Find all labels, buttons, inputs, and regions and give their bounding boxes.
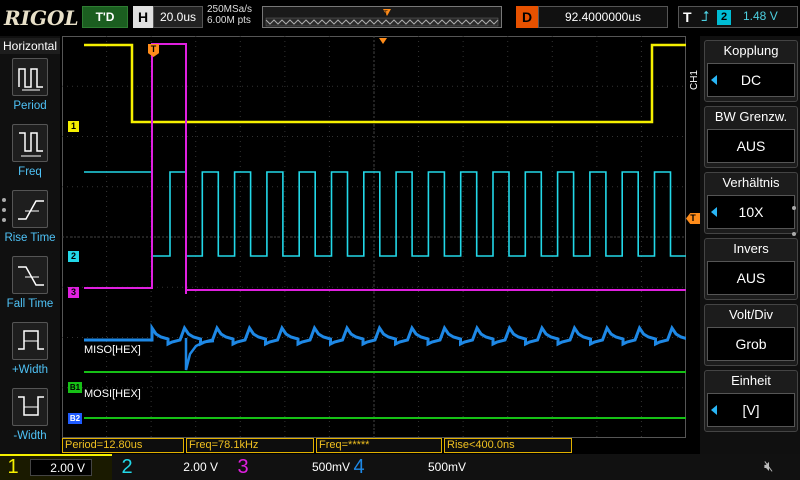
channel-menu: Kopplung DC BW Grenzw. AUS Verhältnis 10… <box>700 36 800 454</box>
neg-width-label: -Width <box>13 430 47 442</box>
ch2-number: 2 <box>121 456 133 478</box>
horizontal-label: H <box>133 6 153 28</box>
ch3-number: 3 <box>237 456 249 478</box>
probe-ratio-value: 10X <box>707 195 795 229</box>
period-label: Period <box>13 100 47 112</box>
ch2-scale: 2.00 V <box>183 460 218 474</box>
acquisition-info: 250MSa/s 6.00M pts <box>207 4 252 26</box>
measure-period-button[interactable]: Period <box>0 58 60 122</box>
neg-width-icon <box>12 388 48 426</box>
invert-title: Invers <box>733 241 769 256</box>
memory-overview-strip[interactable]: T <box>262 6 502 28</box>
ch1-scale: 2.00 V <box>30 459 92 476</box>
waveform-canvas <box>62 36 686 438</box>
rise-time-label: Rise Time <box>4 232 56 244</box>
trigger-position-letter: T <box>384 11 388 17</box>
bandwidth-limit-softkey[interactable]: BW Grenzw. AUS <box>704 106 798 168</box>
ch1-ground-marker[interactable]: 1 <box>68 121 79 132</box>
unit-softkey[interactable]: Einheit [V] <box>704 370 798 432</box>
knob-select-icon <box>711 75 717 85</box>
top-status-bar: RIGOL T'D H 20.0us 250MSa/s 6.00M pts T … <box>0 0 800 36</box>
freq-icon <box>12 124 48 162</box>
measurement-results-bar: Period=12.80us Freq=78.1kHz Freq=***** R… <box>62 438 686 454</box>
run-status-badge[interactable]: T'D <box>82 6 128 28</box>
ch4-status[interactable]: 4 500mV <box>346 454 466 480</box>
trigger-level: 1.48 V <box>743 9 778 23</box>
volt-div-softkey[interactable]: Volt/Div Grob <box>704 304 798 366</box>
coupling-title: Kopplung <box>723 43 779 58</box>
sample-rate: 250MSa/s <box>207 4 253 15</box>
unit-value: [V] <box>707 393 795 427</box>
memory-depth: 6.00M pts <box>207 15 251 26</box>
coupling-value: DC <box>707 63 795 97</box>
knob-select-icon <box>711 207 717 217</box>
channel-status-bar: 1 2.00 V 2 2.00 V 3 500mV 4 500mV 🔇︎ <box>0 454 800 480</box>
bus1-marker[interactable]: B1 <box>68 382 82 393</box>
trigger-level-marker-letter: T <box>690 213 696 223</box>
ch3-scale: 500mV <box>311 460 350 474</box>
ch2-ground-marker[interactable]: 2 <box>68 251 79 262</box>
invert-value: AUS <box>707 261 795 295</box>
ch4-glitch <box>184 338 215 371</box>
pos-width-icon <box>12 322 48 360</box>
knob-select-icon <box>711 405 717 415</box>
fall-time-icon <box>12 256 48 294</box>
volt-div-title: Volt/Div <box>728 307 774 322</box>
ch3-ground-marker[interactable]: 3 <box>68 287 79 298</box>
measurement-period[interactable]: Period=12.80us <box>62 438 184 453</box>
measurement-rise[interactable]: Rise<400.0ns <box>444 438 572 453</box>
rise-time-icon <box>12 190 48 228</box>
waveform-display[interactable]: 1 2 3 B1 B2 MISO[HEX] MOSI[HEX] T <box>62 36 686 438</box>
ch4-number: 4 <box>353 456 365 478</box>
measure-neg-width-button[interactable]: -Width <box>0 388 60 452</box>
coupling-softkey[interactable]: Kopplung DC <box>704 40 798 102</box>
center-time-marker <box>379 38 387 44</box>
ch4-trace <box>84 323 686 347</box>
measurement-freq-1[interactable]: Freq=78.1kHz <box>186 438 314 453</box>
bus1-label: MISO[HEX] <box>84 344 141 356</box>
probe-ratio-title: Verhältnis <box>722 175 780 190</box>
measure-freq-button[interactable]: Freq <box>0 124 60 188</box>
unit-title: Einheit <box>731 373 771 388</box>
delay-label: D <box>516 6 538 28</box>
menu-title: Horizontal <box>0 38 60 54</box>
ch1-status[interactable]: 1 2.00 V <box>0 454 112 480</box>
bandwidth-limit-value: AUS <box>707 129 795 163</box>
ch1-trace <box>84 43 686 124</box>
bus2-marker[interactable]: B2 <box>68 413 82 424</box>
measurement-freq-2[interactable]: Freq=***** <box>316 438 442 453</box>
measure-pos-width-button[interactable]: +Width <box>0 322 60 386</box>
trigger-time-marker-letter: T <box>150 44 157 54</box>
rising-edge-icon: ⮥ <box>701 8 710 24</box>
speaker-muted-icon[interactable]: 🔇︎ <box>764 458 773 475</box>
trigger-label: T <box>683 9 692 25</box>
measure-rise-time-button[interactable]: Rise Time <box>0 190 60 254</box>
probe-ratio-softkey[interactable]: Verhältnis 10X <box>704 172 798 234</box>
freq-label: Freq <box>18 166 42 178</box>
ch2-status[interactable]: 2 2.00 V <box>114 454 226 480</box>
menu-page-dots[interactable] <box>2 196 8 226</box>
period-icon <box>12 58 48 96</box>
right-page-dots[interactable] <box>792 206 798 236</box>
measure-menu: Horizontal Period Freq Rise Time Fall Ti… <box>0 36 60 454</box>
delay-value[interactable]: 92.4000000us <box>538 6 668 28</box>
timebase-value[interactable]: 20.0us <box>153 6 203 28</box>
invert-softkey[interactable]: Invers AUS <box>704 238 798 300</box>
trigger-source: 2 <box>717 10 731 25</box>
measure-fall-time-button[interactable]: Fall Time <box>0 256 60 320</box>
channel-menu-tag: CH1 <box>689 70 700 91</box>
bandwidth-limit-title: BW Grenzw. <box>714 109 788 124</box>
ch2-trace <box>84 171 686 257</box>
trigger-info[interactable]: T ⮥ 2 1.48 V <box>678 6 798 28</box>
bus2-label: MOSI[HEX] <box>84 388 141 400</box>
ch1-number: 1 <box>7 456 19 478</box>
fall-time-label: Fall Time <box>6 298 54 310</box>
rigol-logo: RIGOL <box>4 6 79 30</box>
volt-div-value: Grob <box>707 327 795 361</box>
ch4-scale: 500mV <box>427 460 466 474</box>
ch3-status[interactable]: 3 500mV <box>230 454 350 480</box>
pos-width-label: +Width <box>11 364 49 376</box>
trigger-level-marker[interactable]: T <box>686 213 700 224</box>
